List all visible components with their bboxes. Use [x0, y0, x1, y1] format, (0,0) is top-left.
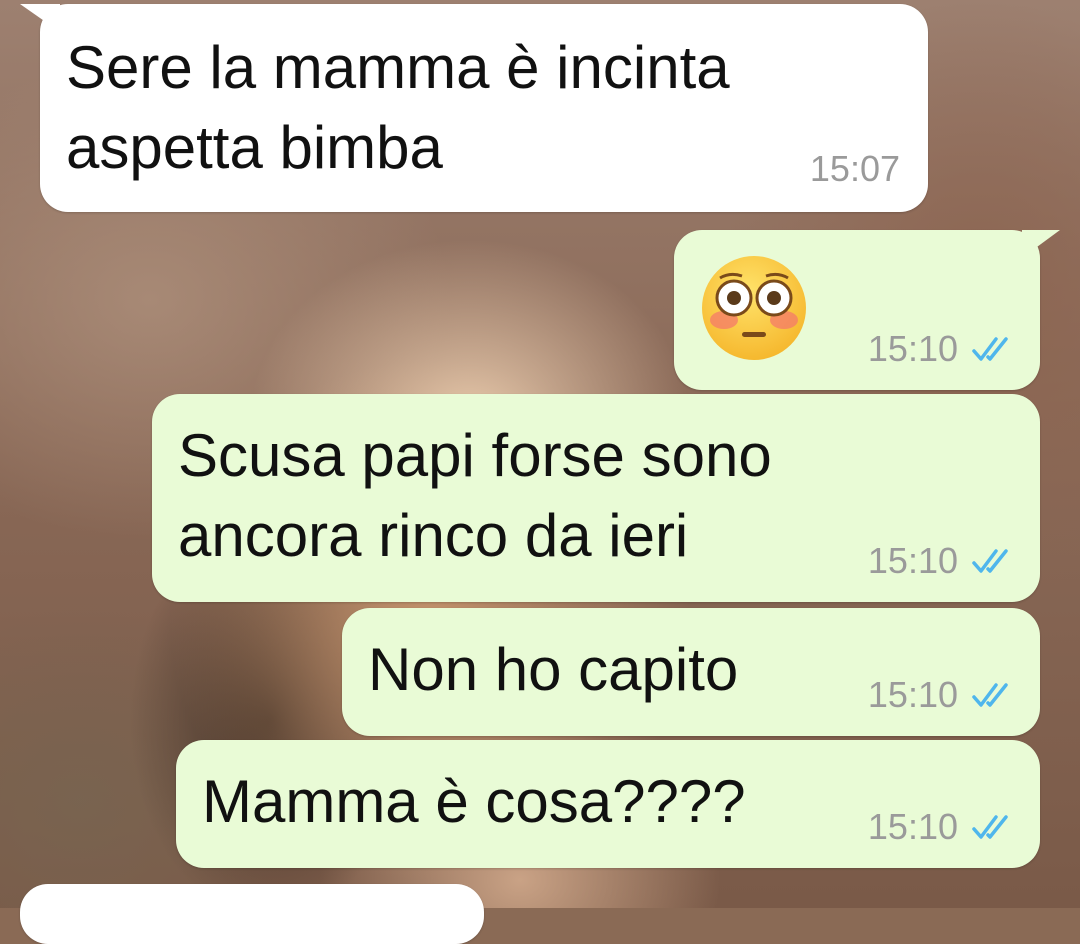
message-text: Mamma è cosa???? — [202, 768, 746, 835]
message-timestamp: 15:10 — [868, 674, 1016, 716]
message-text: Sere la mamma è incinta aspetta bimba — [66, 34, 730, 181]
message-timestamp: 15:10 — [868, 806, 1016, 848]
message-text: Scusa papi forse sono ancora rinco da ie… — [178, 422, 772, 569]
message-timestamp: 15:10 — [868, 540, 1016, 582]
outgoing-message-bubble[interactable]: Mamma è cosa???? 15:10 — [176, 740, 1040, 868]
double-check-read-icon — [972, 683, 1008, 707]
timestamp-text: 15:10 — [867, 328, 958, 369]
timestamp-text: 15:10 — [867, 540, 958, 581]
timestamp-text: 15:10 — [867, 674, 958, 715]
message-timestamp: 15:10 — [868, 328, 1016, 370]
double-check-read-icon — [972, 549, 1008, 573]
outgoing-message-bubble[interactable]: Non ho capito 15:10 — [342, 608, 1040, 736]
timestamp-text: 15:07 — [809, 148, 900, 189]
message-text: Non ho capito — [368, 636, 739, 703]
flushed-face-emoji-icon — [702, 256, 806, 360]
outgoing-bubble-tail — [1022, 230, 1060, 258]
outgoing-message-bubble[interactable]: 15:10 — [674, 230, 1040, 390]
message-timestamp: 15:07 — [810, 148, 900, 190]
double-check-read-icon — [972, 815, 1008, 839]
incoming-message-bubble[interactable]: Sere la mamma è incinta aspetta bimba 15… — [40, 4, 928, 212]
timestamp-text: 15:10 — [867, 806, 958, 847]
incoming-message-bubble-partial[interactable] — [20, 884, 484, 944]
double-check-read-icon — [972, 337, 1008, 361]
outgoing-message-bubble[interactable]: Scusa papi forse sono ancora rinco da ie… — [152, 394, 1040, 602]
incoming-bubble-tail — [20, 4, 60, 32]
